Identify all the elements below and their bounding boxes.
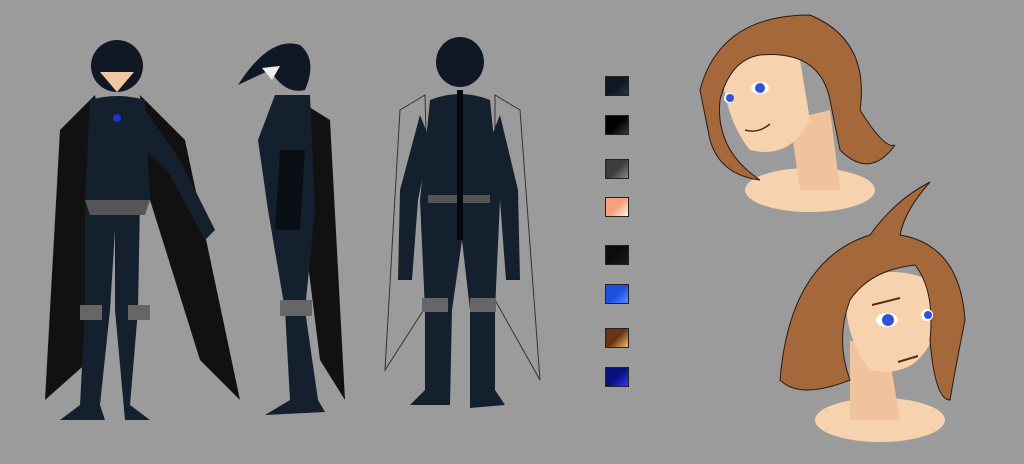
costumed-figure-front: [45, 40, 240, 420]
color-swatch: [605, 245, 629, 265]
costumed-figure-back: [384, 37, 541, 408]
costumed-figure-side: [238, 43, 345, 415]
color-swatch: [605, 328, 629, 348]
character-sheet-art: [45, 14, 966, 442]
color-swatch: [605, 159, 629, 179]
color-swatch: [605, 367, 629, 387]
portrait-smiling: [699, 14, 896, 212]
color-swatch: [605, 76, 629, 96]
color-swatch: [605, 197, 629, 217]
portrait-angry: [779, 181, 966, 442]
color-swatch: [605, 115, 629, 135]
color-swatch: [605, 284, 629, 304]
